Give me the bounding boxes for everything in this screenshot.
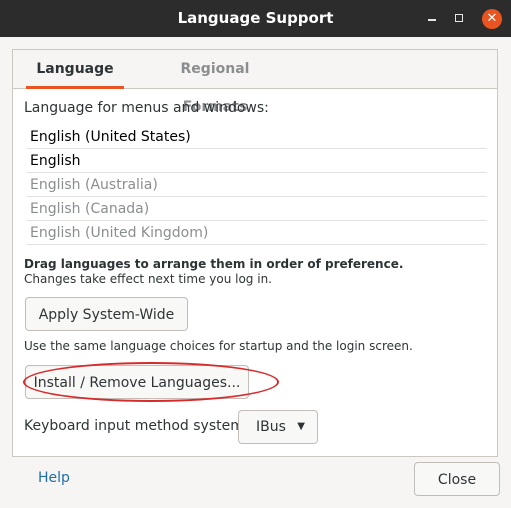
language-item-english-australia[interactable]: English (Australia) (27, 173, 487, 197)
close-button[interactable]: Close (414, 462, 500, 496)
apply-hint: Use the same language choices for startu… (24, 339, 413, 353)
language-item-english-canada[interactable]: English (Canada) (27, 197, 487, 221)
language-item-english-us[interactable]: English (United States) (27, 125, 487, 149)
tab-language[interactable]: Language (26, 50, 124, 89)
language-list: English (United States) English English … (27, 125, 487, 245)
notebook: Language Regional Formats Language for m… (12, 49, 498, 457)
window-close-button[interactable]: ✕ (482, 9, 502, 29)
tab-regional-formats[interactable]: Regional Formats (150, 50, 280, 115)
language-item-english-uk[interactable]: English (United Kingdom) (27, 221, 487, 245)
title-bar: Language Support ✕ (0, 0, 511, 37)
close-icon: ✕ (486, 11, 498, 26)
maximize-button[interactable] (450, 9, 470, 29)
apply-system-wide-button[interactable]: Apply System-Wide (25, 297, 188, 331)
install-remove-languages-button[interactable]: Install / Remove Languages... (25, 365, 249, 399)
minimize-button[interactable] (422, 9, 442, 29)
tab-bar: Language Regional Formats (13, 50, 497, 115)
language-item-english[interactable]: English (27, 149, 487, 173)
keyboard-input-value: IBus (256, 419, 286, 435)
help-link[interactable]: Help (38, 470, 70, 486)
keyboard-input-dropdown[interactable]: IBus ▼ (238, 410, 318, 444)
drag-hint: Drag languages to arrange them in order … (24, 257, 404, 271)
change-hint: Changes take effect next time you log in… (24, 272, 272, 286)
keyboard-input-label: Keyboard input method system: (24, 418, 249, 434)
chevron-down-icon: ▼ (297, 421, 305, 432)
minimize-icon (428, 19, 436, 21)
language-list-label: Language for menus and windows: (24, 100, 269, 116)
maximize-icon (455, 14, 463, 22)
